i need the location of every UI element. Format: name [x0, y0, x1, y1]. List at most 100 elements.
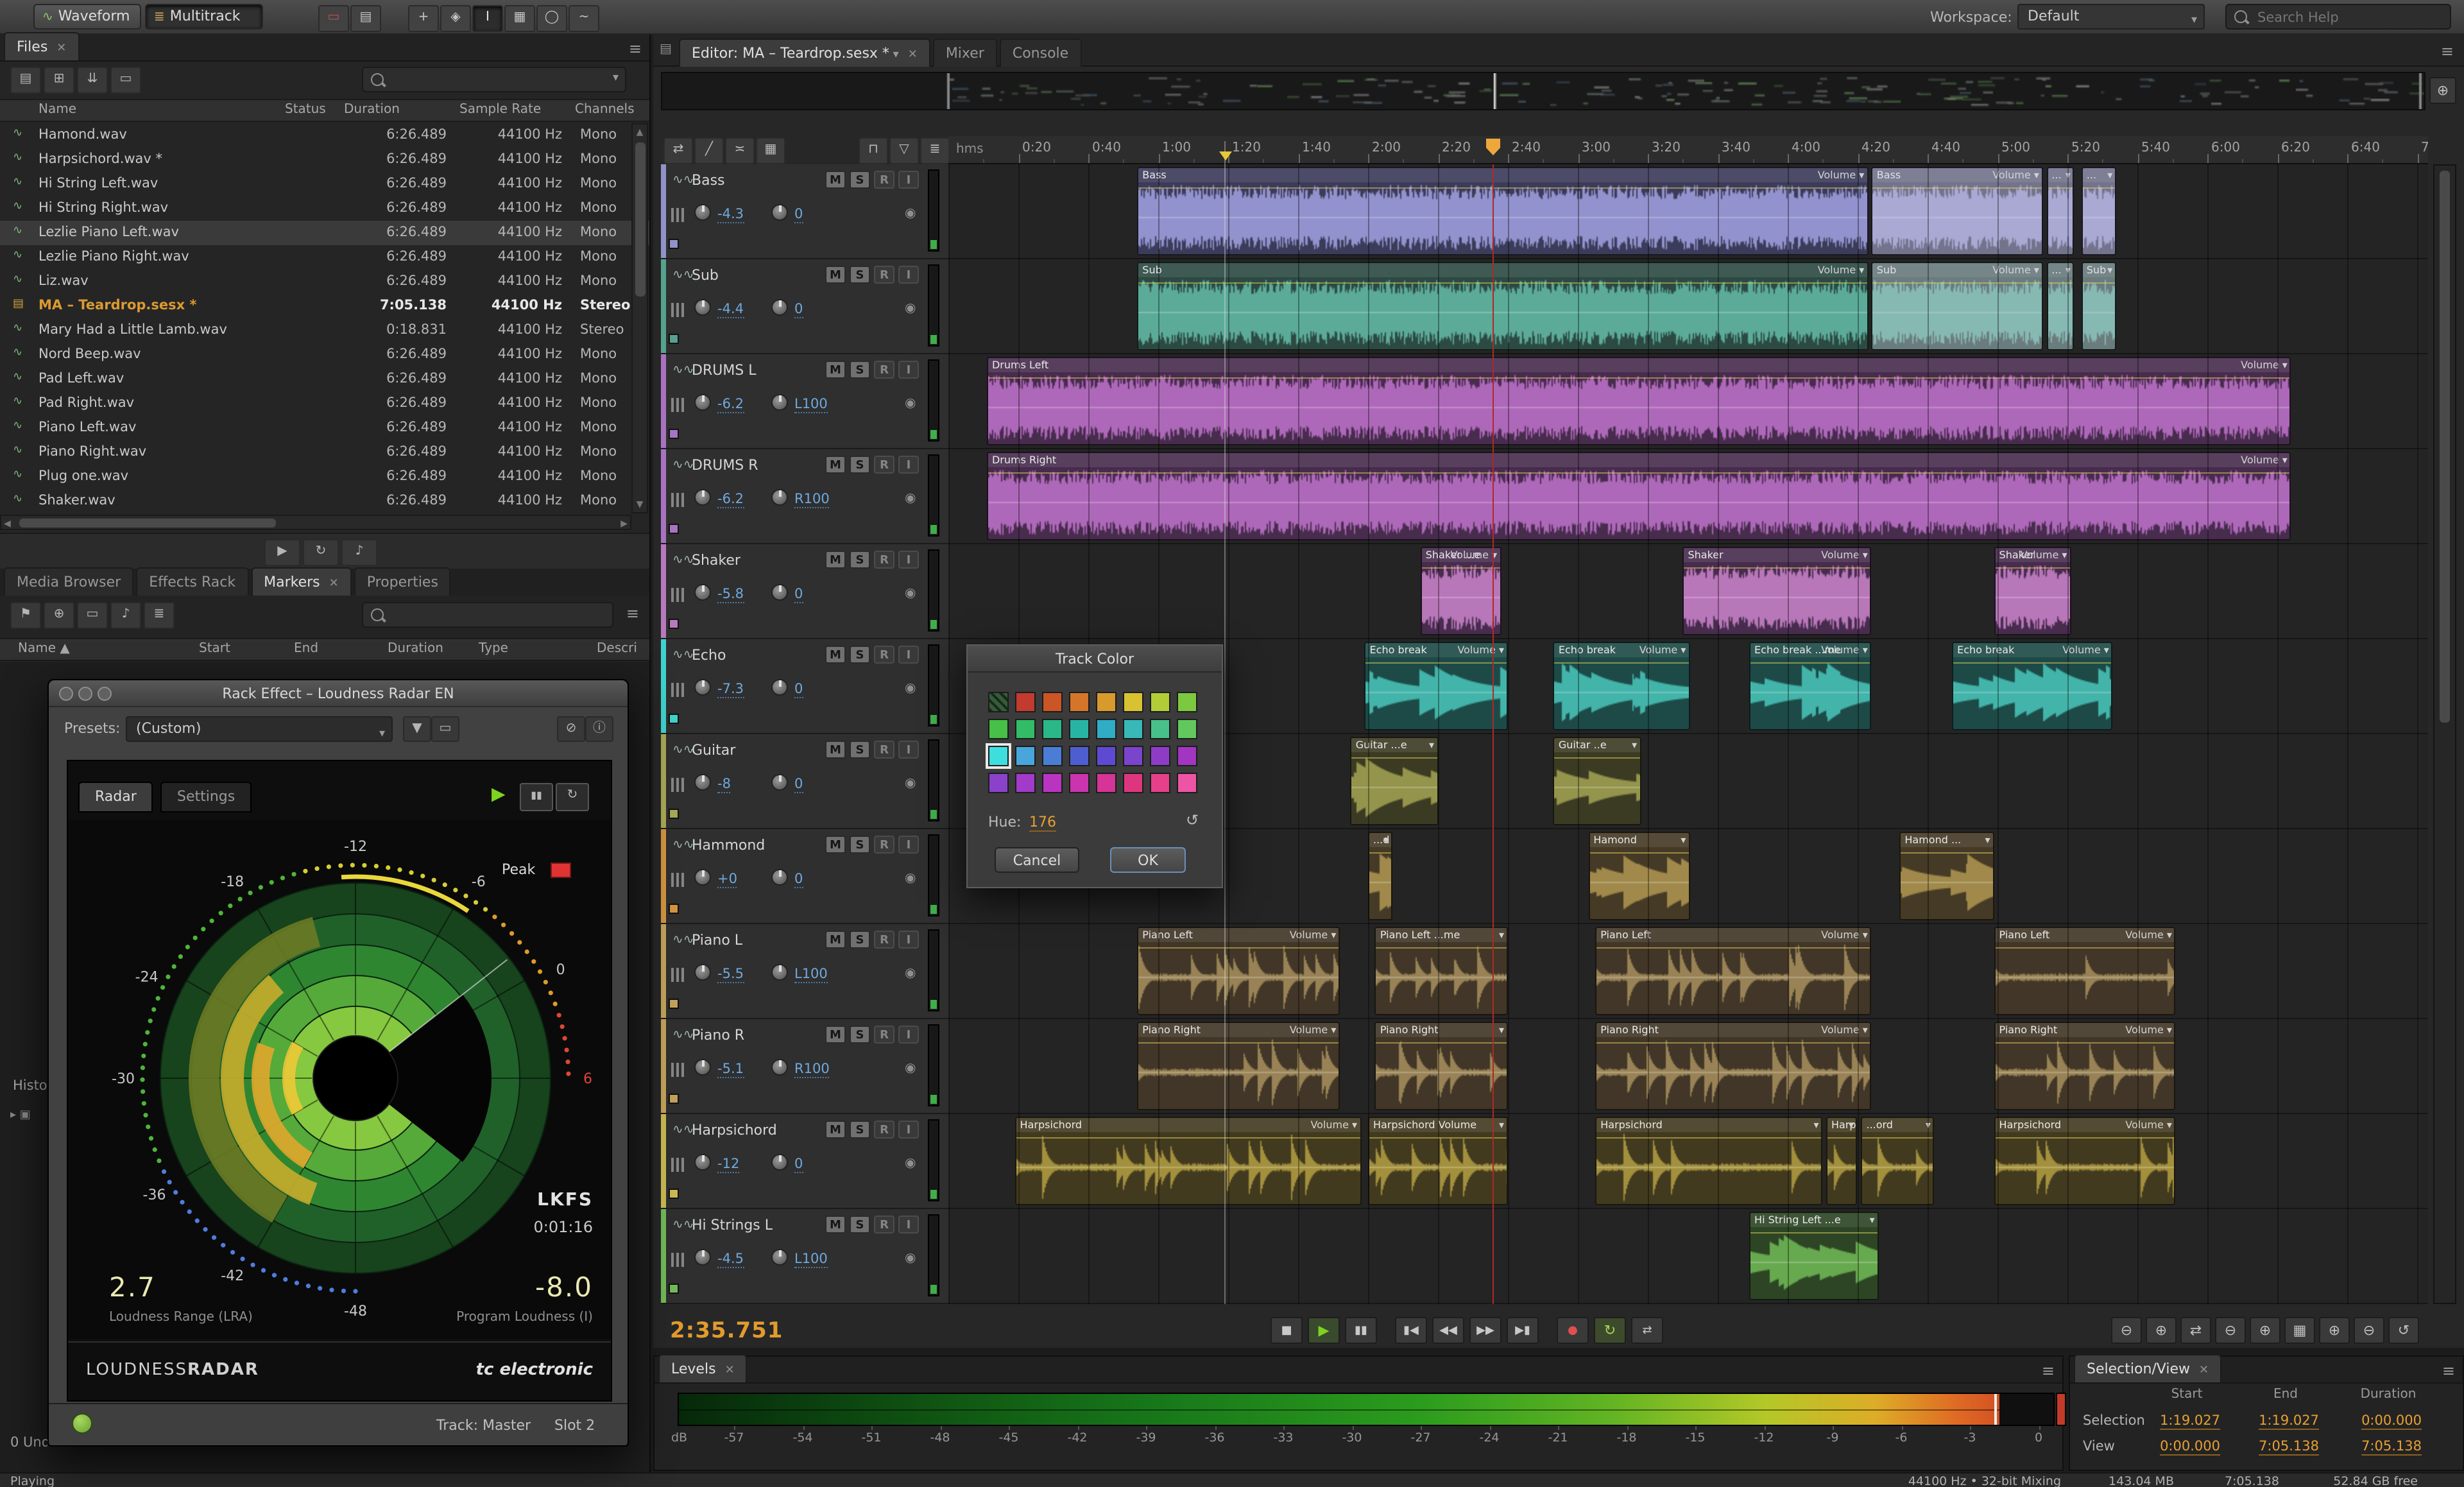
color-swatch[interactable] — [1042, 692, 1063, 712]
clip-volume-envelope[interactable] — [1995, 947, 2175, 949]
solo-button[interactable]: S — [850, 646, 870, 664]
audio-clip[interactable]: Shaker Volume ▾ — [1994, 547, 2071, 635]
solo-button[interactable]: S — [850, 361, 870, 379]
color-swatch[interactable] — [1042, 773, 1063, 793]
clip-volume-envelope[interactable] — [2082, 187, 2116, 189]
color-swatch[interactable] — [1150, 692, 1170, 712]
color-swatch[interactable] — [1096, 773, 1116, 793]
markers-column-name[interactable]: Name ▲ — [18, 642, 70, 656]
routing-icon[interactable]: ◉ — [905, 1156, 916, 1171]
pencil-tool-icon[interactable]: ~ — [569, 5, 599, 32]
clip-volume-envelope[interactable] — [1901, 852, 1993, 854]
track-name[interactable]: Guitar — [692, 742, 735, 759]
markers-search-box[interactable] — [362, 602, 613, 628]
clip-volume-envelope[interactable] — [1827, 1137, 1856, 1139]
monitor-input-button[interactable]: I — [898, 1121, 919, 1139]
audio-clip[interactable]: Harpsichord Volume ▾ — [1368, 1117, 1508, 1205]
mute-button[interactable]: M — [825, 741, 846, 759]
pan-value[interactable]: 0 — [794, 682, 803, 698]
current-time-display[interactable]: 2:35.751 — [670, 1318, 783, 1344]
routing-icon[interactable]: ◉ — [905, 1062, 916, 1076]
chevron-down-icon[interactable]: ▾ — [889, 49, 899, 62]
clip-volume-envelope[interactable] — [1138, 282, 1867, 284]
arm-record-button[interactable]: R — [874, 551, 894, 569]
clip-volume-envelope[interactable] — [1369, 1137, 1507, 1139]
open-file-icon[interactable]: ⊞ — [44, 67, 74, 94]
selview-value[interactable]: 1:19.027 — [2259, 1413, 2319, 1430]
pan-knob[interactable] — [771, 394, 788, 411]
clip-volume-envelope[interactable] — [988, 377, 2290, 379]
arm-record-button[interactable]: R — [874, 1121, 894, 1139]
volume-value[interactable]: -7.3 — [717, 682, 744, 698]
volume-value[interactable]: -6.2 — [717, 492, 744, 508]
routing-icon[interactable]: ◉ — [905, 587, 916, 601]
play-button[interactable]: ▶ — [1308, 1317, 1340, 1344]
go-to-start-button[interactable]: ▮◀ — [1395, 1317, 1427, 1344]
audio-clip[interactable]: Guitar ..e ▾ — [1553, 737, 1641, 825]
arm-record-button[interactable]: R — [874, 741, 894, 759]
color-swatch[interactable] — [1015, 719, 1036, 739]
audio-clip[interactable]: ... ▾ — [2046, 262, 2075, 350]
track-lane-piano-r[interactable]: Piano Right Volume ▾ Piano Right ▾ Piano Rig… — [948, 1019, 2428, 1114]
tab-files[interactable]: Files ✕ — [4, 32, 80, 60]
waveform-mode-button[interactable]: ∿ Waveform — [33, 4, 141, 30]
track-header-drums-r[interactable]: ∿∿ DRUMS R M S R I -6.2 R100 ◉ — [661, 449, 948, 544]
save-preset-icon[interactable]: ▼ — [403, 716, 431, 742]
add-marker-icon[interactable]: ⚑ — [10, 602, 41, 629]
track-lane-sub[interactable]: Sub Volume ▾ Sub Volume ▾... ▾ Sub ▾ — [948, 259, 2428, 354]
playhead-line[interactable] — [1493, 164, 1494, 1304]
mute-button[interactable]: M — [825, 646, 846, 664]
audio-clip[interactable]: Harpsichord ▾ — [1595, 1117, 1823, 1205]
volume-value[interactable]: -8 — [717, 777, 731, 793]
timeline-ruler[interactable]: hms 0:20 0:40 1:00 1:20 1:40 2:00 2:20 2:40 3:00… — [948, 136, 2428, 164]
audio-clip[interactable]: ... ▾ — [2046, 167, 2075, 255]
markers-column-duration[interactable]: Duration — [388, 642, 443, 656]
mute-button[interactable]: M — [825, 1121, 846, 1139]
file-row[interactable]: ∿ Nord Beep.wav 6:26.489 44100 Hz Mono — [0, 343, 649, 367]
skip-selection-button[interactable]: ⇄ — [1631, 1317, 1663, 1344]
track-lane-bass[interactable]: Bass Volume ▾ Bass Volume ▾... ▾... ▾ — [948, 164, 2428, 259]
color-swatch[interactable] — [1177, 773, 1197, 793]
clip-volume-envelope[interactable] — [1953, 662, 2112, 664]
track-header-piano-r[interactable]: ∿∿ Piano R M S R I -5.1 R100 ◉ — [661, 1019, 948, 1114]
volume-knob[interactable] — [694, 394, 711, 411]
monitor-input-button[interactable]: I — [898, 836, 919, 854]
clip-volume-envelope[interactable] — [1369, 852, 1392, 854]
session-overview-bar[interactable] — [661, 72, 2426, 110]
volume-value[interactable]: -6.2 — [717, 397, 744, 413]
color-swatch[interactable] — [1177, 692, 1197, 712]
track-name[interactable]: DRUMS L — [692, 362, 757, 379]
pan-value[interactable]: R100 — [794, 492, 830, 508]
audio-clip[interactable]: ...ord ▾ — [1861, 1117, 1935, 1205]
color-swatch[interactable] — [988, 719, 1009, 739]
audio-clip[interactable]: Piano Right ▾ — [1374, 1022, 1508, 1110]
panel-menu-icon[interactable]: ≡ — [2442, 1362, 2455, 1380]
pan-value[interactable]: 0 — [794, 302, 803, 318]
track-color-swatch[interactable] — [669, 1094, 679, 1104]
close-icon[interactable]: ✕ — [908, 49, 918, 62]
markers-column-start[interactable]: Start — [199, 642, 230, 656]
zoom-in-vertical-icon[interactable]: ⊕ — [2250, 1317, 2280, 1344]
preview-loop-button[interactable]: ↻ — [303, 539, 339, 566]
monitor-icon[interactable]: ▤ — [350, 5, 381, 32]
track-name[interactable]: Shaker — [692, 552, 740, 569]
markers-search-input[interactable] — [391, 605, 610, 628]
pan-value[interactable]: R100 — [794, 1062, 830, 1078]
clip-volume-envelope[interactable] — [2082, 282, 2116, 284]
color-swatch[interactable] — [1177, 719, 1197, 739]
insert-marker-audio-icon[interactable]: ♪ — [110, 602, 141, 629]
arm-record-button[interactable]: R — [874, 1216, 894, 1233]
clock-icon[interactable] — [72, 1413, 92, 1434]
tab-mixer[interactable]: Mixer — [932, 39, 997, 67]
merge-markers-icon[interactable]: ≣ — [144, 602, 175, 629]
audio-clip[interactable]: ...d ▾ — [1368, 832, 1393, 920]
audio-clip[interactable]: Sub Volume ▾ — [1871, 262, 2043, 350]
routing-icon[interactable]: ◉ — [905, 1251, 916, 1266]
clip-volume-envelope[interactable] — [1376, 1042, 1507, 1044]
tab-radar[interactable]: Radar — [78, 782, 153, 812]
color-swatch[interactable] — [1123, 746, 1143, 766]
scrollbar-thumb[interactable] — [2440, 171, 2450, 723]
pan-value[interactable]: 0 — [794, 777, 803, 793]
monitor-input-button[interactable]: I — [898, 1026, 919, 1044]
file-row[interactable]: ∿ Lezlie Piano Left.wav 6:26.489 44100 Hz Mo… — [0, 221, 649, 245]
